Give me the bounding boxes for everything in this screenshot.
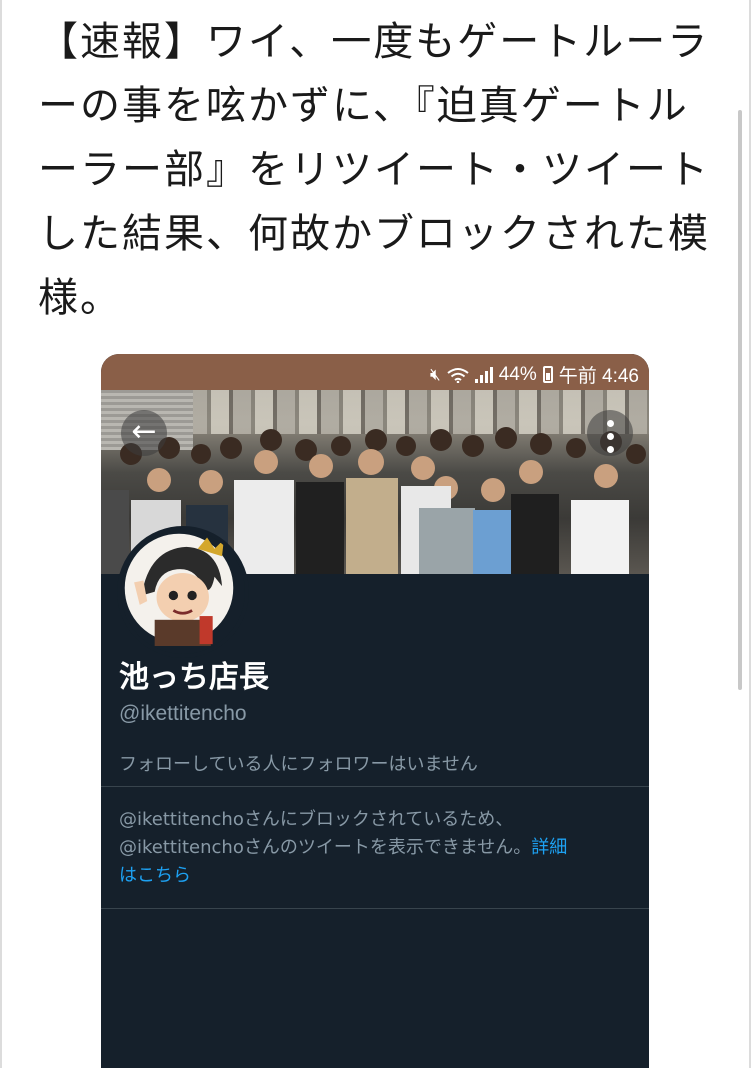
divider [101,908,649,909]
blocked-message: @ikettitenchoさんにブロックされているため、 @ikettitenc… [119,806,619,890]
display-name: 池っち店長 [119,660,269,695]
signal-icon [474,366,493,383]
embedded-screenshot: 🔇︎ 44% 午前 4:46 ← 池っち店長 @ikettitencho フォロ… [101,354,649,1068]
learn-more-link[interactable]: 詳細 [531,837,567,858]
battery-percent: 44% [498,363,537,385]
post-text-line: 様。 [38,275,122,321]
scrollbar[interactable] [738,110,742,690]
avatar[interactable] [117,526,249,658]
blocked-message-text: @ikettitenchoさんのツイートを表示できません。 [119,837,532,858]
status-bar: 🔇︎ 44% 午前 4:46 [101,354,649,390]
post-text: 【速報】ワイ、一度もゲートルーラ ーの事を呟かずに、『迫真ゲートル ーラー部』を… [38,10,710,330]
battery-icon [542,366,553,383]
post-text-line: した結果、何故かブロックされた模 [38,211,710,257]
page-edge-left [0,0,2,1068]
post-text-line: 【速報】ワイ、一度もゲートルーラ [38,19,710,65]
learn-more-link-continued[interactable]: はこちら [119,862,619,890]
post-text-line: ーラー部』をリツイート・ツイート [38,147,710,193]
user-handle: @ikettitencho [119,702,247,725]
status-time: 午前 4:46 [558,366,639,387]
blocked-message-line: @ikettitenchoさんのツイートを表示できません。詳細 [119,834,619,862]
more-options-icon[interactable] [587,410,633,456]
mute-icon: 🔇︎ [429,364,441,384]
anime-avatar-illustration [124,533,234,646]
follow-note: フォローしている人にフォロワーはいません [119,754,478,775]
back-arrow-icon[interactable]: ← [121,410,167,456]
divider [101,786,649,787]
blocked-message-line: @ikettitenchoさんにブロックされているため、 [119,809,514,830]
post-text-line: ーの事を呟かずに、『迫真ゲートル [38,83,689,129]
wifi-icon [447,367,469,383]
